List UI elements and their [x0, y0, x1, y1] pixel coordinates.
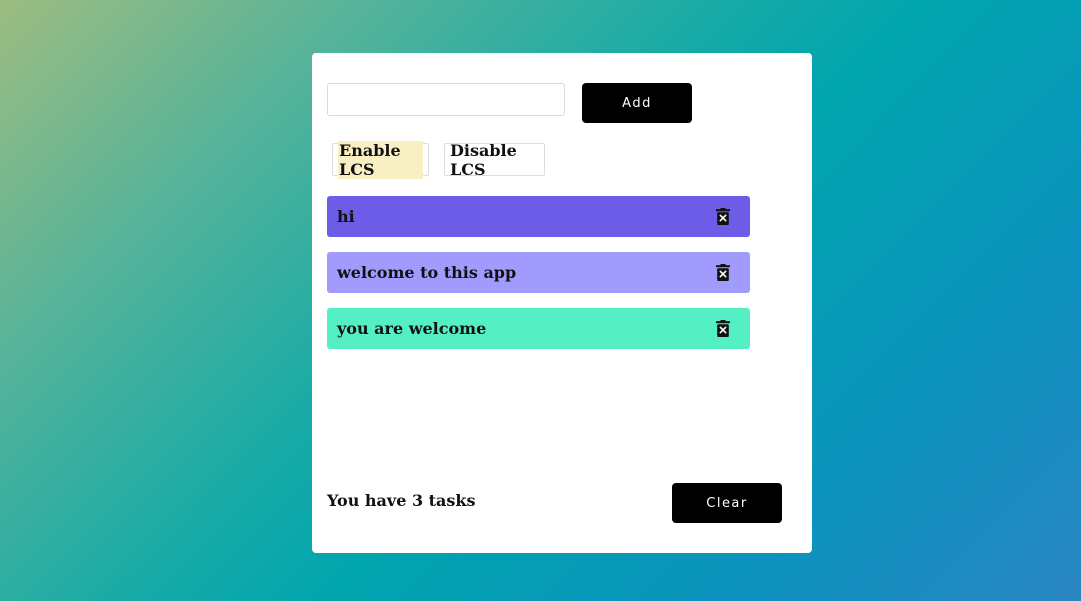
- task-text: hi: [337, 207, 355, 226]
- enable-lcs-label: Enable LCS: [338, 140, 423, 179]
- task-item: you are welcome: [327, 308, 750, 349]
- task-item: welcome to this app: [327, 252, 750, 293]
- trash-icon[interactable]: [716, 264, 730, 281]
- task-input[interactable]: [327, 83, 565, 116]
- task-list: hi welcome to this app you are welcome: [327, 196, 750, 364]
- task-count: You have 3 tasks: [327, 491, 476, 510]
- task-text: welcome to this app: [337, 263, 517, 282]
- add-button[interactable]: Add: [582, 83, 692, 123]
- disable-lcs-label: Disable LCS: [450, 140, 517, 179]
- disable-lcs-button[interactable]: Disable LCS: [444, 140, 545, 179]
- enable-lcs-button[interactable]: Enable LCS: [332, 140, 429, 179]
- task-text: you are welcome: [337, 319, 487, 338]
- task-item: hi: [327, 196, 750, 237]
- todo-card: Add Enable LCS Disable LCS hi welcome to…: [312, 53, 812, 553]
- trash-icon[interactable]: [716, 320, 730, 337]
- clear-button[interactable]: Clear: [672, 483, 782, 523]
- trash-icon[interactable]: [716, 208, 730, 225]
